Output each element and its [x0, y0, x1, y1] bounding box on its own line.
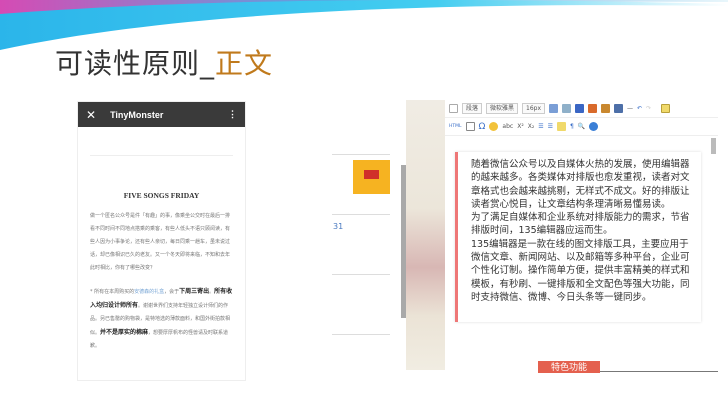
save-icon[interactable] — [614, 104, 624, 113]
add-icon[interactable] — [661, 104, 671, 113]
table-icon[interactable] — [549, 104, 559, 113]
rich-text-editor: 段落 微软雅黑 16px — ↶ ↷ HTML Ω abc X² X₂ ☰ ☰ … — [445, 100, 718, 373]
list-fragment: 31 — [320, 140, 392, 380]
close-icon[interactable]: ✕ — [86, 108, 96, 122]
editor-content[interactable]: 随着微信公众号以及自媒体火热的发展，使用编辑器的越来越多。各类媒体对排版也愈发重… — [455, 152, 701, 322]
title-text: 可读性原则_ — [55, 47, 216, 80]
html-source-button[interactable]: HTML — [449, 124, 462, 129]
badge-number: 31 — [333, 222, 344, 231]
article-paragraph: 做一个匿名公众号是件「有趣」的事，像乘坐公交时在最后一排看不同时间不同地点搭乘的… — [90, 213, 231, 271]
article-heading: FIVE SONGS FRIDAY — [123, 191, 200, 200]
editor-scrollbar[interactable] — [711, 138, 716, 154]
ltr-icon[interactable] — [557, 122, 567, 131]
help-icon[interactable] — [589, 122, 599, 131]
bold-text: 并不是厚实的棉麻 — [100, 329, 149, 336]
music-icon[interactable] — [601, 104, 611, 113]
unordered-list-icon[interactable]: ☰ — [548, 123, 553, 130]
subscript-icon[interactable]: X₂ — [528, 123, 535, 130]
more-vertical-icon[interactable]: ⋮ — [228, 109, 237, 120]
strikethrough-icon[interactable]: abc — [502, 123, 513, 130]
editor-toolbar-row-2: HTML Ω abc X² X₂ ☰ ☰ ¶ 🔍 — [445, 118, 718, 136]
app-header: ✕ TinyMonster ⋮ — [78, 102, 245, 127]
text: * 所有在本周购买的 — [90, 289, 135, 295]
emoji-icon[interactable] — [489, 122, 499, 131]
editor-toolbar-row-1: 段落 微软雅黑 16px — ↶ ↷ — [445, 100, 718, 118]
word-icon[interactable] — [575, 104, 585, 113]
title-accent-text: 正文 — [215, 47, 274, 80]
video-icon[interactable] — [588, 104, 598, 113]
divider — [90, 155, 233, 156]
divider — [600, 371, 718, 372]
image-icon[interactable] — [562, 104, 572, 113]
font-size-select[interactable]: 16px — [522, 103, 546, 114]
text: ，会于 — [164, 289, 180, 295]
special-char-button[interactable]: Ω — [479, 122, 486, 132]
article-link[interactable]: 安德森的礼盒 — [134, 289, 164, 295]
divider — [332, 334, 390, 335]
divider — [332, 274, 390, 275]
divider — [332, 154, 390, 155]
insert-icon[interactable] — [465, 122, 475, 131]
horizontal-rule-icon[interactable]: — — [627, 105, 633, 112]
paragraph-select[interactable]: 段落 — [462, 103, 483, 114]
thumbnail-image[interactable] — [353, 160, 390, 194]
ordered-list-icon[interactable]: ☰ — [538, 123, 543, 130]
find-icon[interactable]: 🔍 — [578, 123, 585, 130]
mobile-article-screenshot: ✕ TinyMonster ⋮ FIVE SONGS FRIDAY 做一个匿名公… — [77, 101, 246, 381]
font-select[interactable]: 微软雅黑 — [486, 103, 519, 114]
bold-text: 下周三寄出 — [179, 288, 210, 295]
rtl-icon[interactable]: ¶ — [570, 123, 574, 130]
new-doc-icon[interactable] — [449, 104, 458, 113]
blurred-background — [406, 100, 445, 370]
article-paragraph-2: * 所有在本周购买的安德森的礼盒，会于下周三寄出。所有收入均归设计师所有。谢谢世… — [90, 285, 233, 353]
feature-button[interactable]: 特色功能 — [538, 361, 600, 373]
undo-icon[interactable]: ↶ — [637, 105, 642, 112]
superscript-icon[interactable]: X² — [517, 123, 524, 130]
app-name: TinyMonster — [110, 109, 164, 120]
redo-icon[interactable]: ↷ — [646, 105, 651, 112]
divider — [332, 214, 390, 215]
slide-title: 可读性原则_正文 — [55, 42, 273, 82]
